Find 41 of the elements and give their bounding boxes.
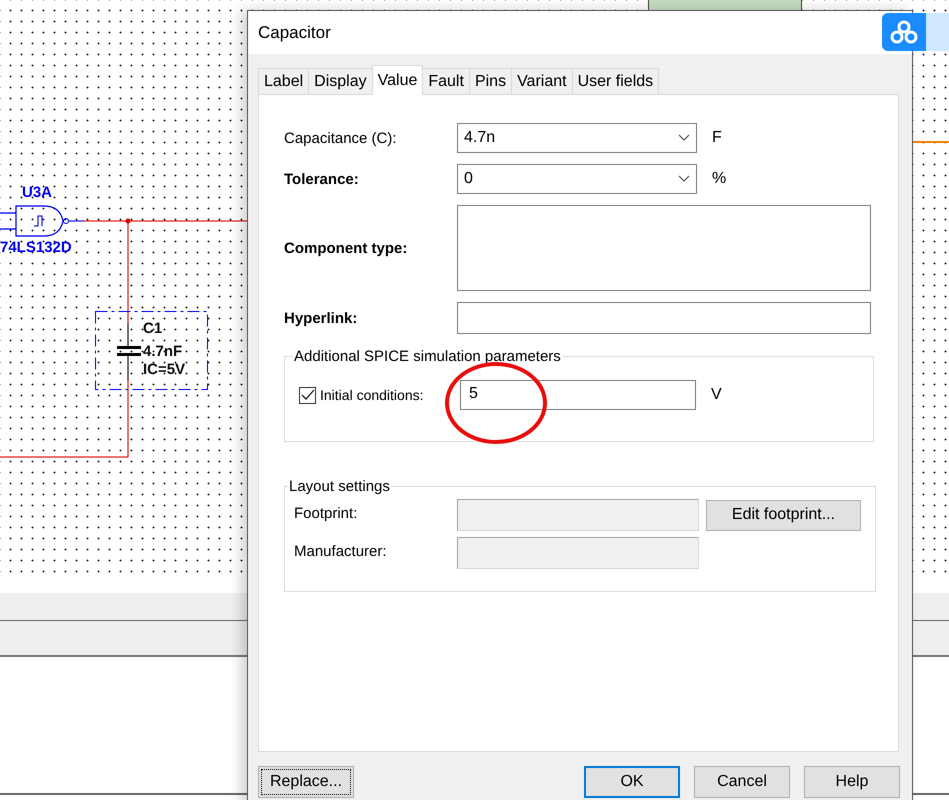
window-title: Capacitor bbox=[258, 22, 331, 42]
field-label: Component type: bbox=[284, 240, 408, 256]
cloud-app-widget[interactable] bbox=[882, 13, 949, 51]
unit-label: F bbox=[711, 129, 723, 147]
input-field[interactable] bbox=[457, 302, 871, 334]
capacitor-value: 4.7nF bbox=[143, 343, 182, 360]
nand-gate-icon bbox=[0, 205, 84, 237]
group-title: Additional SPICE simulation parameters bbox=[293, 348, 562, 365]
tab[interactable]: User fields bbox=[572, 68, 660, 94]
capacitor-ref: C1 bbox=[143, 320, 162, 337]
junction-dot bbox=[126, 218, 130, 224]
field-label: Capacitance (C): bbox=[284, 130, 398, 146]
unit-label: % bbox=[711, 170, 728, 188]
field-label: Hyperlink: bbox=[284, 310, 358, 326]
checkbox[interactable]: Initial conditions: bbox=[299, 386, 460, 404]
capacitor-icon bbox=[117, 322, 141, 380]
dialog-button[interactable]: Help bbox=[804, 766, 900, 798]
wire bbox=[912, 141, 949, 143]
caret-icon bbox=[678, 134, 690, 142]
caret-icon bbox=[678, 175, 690, 183]
capacitor-ic: IC=5V bbox=[143, 361, 186, 378]
field-label: Tolerance: bbox=[284, 170, 360, 188]
group-title: Layout settings bbox=[288, 478, 391, 495]
field-label: Manufacturer: bbox=[294, 542, 388, 560]
dialog-button[interactable]: Replace... bbox=[258, 766, 354, 798]
input-field[interactable]: 5 bbox=[460, 380, 696, 410]
edit-footprint-button[interactable]: Edit footprint... bbox=[706, 500, 861, 530]
checkbox-box[interactable] bbox=[299, 386, 316, 404]
unit-label: V bbox=[710, 386, 722, 404]
text-area[interactable] bbox=[457, 205, 871, 291]
gate-ref: U3A bbox=[22, 184, 52, 201]
tab[interactable]: Value bbox=[372, 65, 424, 95]
combo-box[interactable]: 4.7n bbox=[457, 123, 697, 153]
tab[interactable]: Label bbox=[258, 68, 310, 94]
cloud-icon bbox=[889, 20, 919, 44]
combo-box[interactable]: 0 bbox=[457, 164, 697, 194]
dialog-button[interactable]: OK bbox=[584, 766, 680, 798]
dialog-button[interactable]: Cancel bbox=[694, 766, 790, 798]
gate-part: 74LS132D bbox=[0, 239, 72, 256]
check-icon bbox=[300, 389, 314, 401]
field-label: Footprint: bbox=[294, 504, 358, 522]
